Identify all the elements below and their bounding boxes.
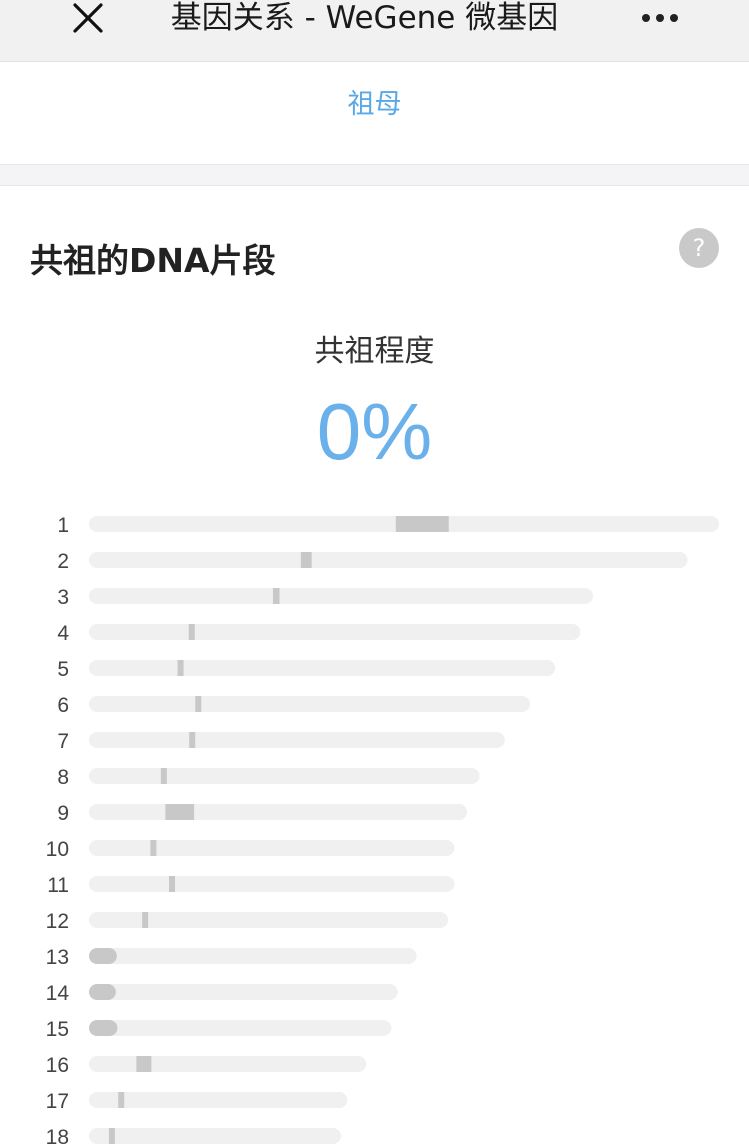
shared-segment bbox=[300, 552, 312, 568]
chromosome-label: 1 bbox=[57, 514, 69, 537]
chromosome-bar bbox=[89, 1128, 341, 1144]
chromosome-label: 8 bbox=[57, 766, 69, 789]
chromosome-bar bbox=[89, 984, 398, 1000]
chromosome-label: 13 bbox=[46, 946, 69, 969]
chromosome-bar bbox=[89, 768, 480, 784]
shared-segment bbox=[142, 912, 149, 928]
chromosome-label: 3 bbox=[57, 586, 69, 609]
chromosome-label: 16 bbox=[46, 1054, 69, 1077]
chromosome-bar bbox=[89, 1092, 348, 1108]
shared-segment bbox=[136, 1056, 152, 1072]
shared-segment bbox=[188, 624, 195, 640]
shared-segment bbox=[118, 1092, 125, 1108]
shared-segment bbox=[169, 876, 176, 892]
shared-segment bbox=[89, 1020, 118, 1036]
shared-segment bbox=[89, 984, 116, 1000]
chromosome-label: 12 bbox=[46, 910, 69, 933]
chromosome-label: 4 bbox=[57, 622, 69, 645]
chromosome-bar bbox=[89, 624, 581, 640]
chromosome-bar bbox=[89, 948, 417, 964]
chromosome-label: 5 bbox=[57, 658, 69, 681]
chromosome-bar bbox=[89, 876, 455, 892]
chromosome-bar bbox=[89, 1020, 392, 1036]
chromosome-bar bbox=[89, 840, 455, 856]
chromosome-chart: 123456789101112131415161718 bbox=[46, 514, 719, 1146]
shared-segment bbox=[165, 804, 195, 820]
chromosome-label: 18 bbox=[46, 1126, 69, 1146]
chromosome-bar bbox=[89, 696, 530, 712]
chromosome-label: 2 bbox=[57, 550, 69, 573]
chromosome-label: 9 bbox=[57, 802, 69, 825]
chromosome-label: 14 bbox=[46, 982, 70, 1005]
shared-segment bbox=[395, 516, 449, 532]
chromosome-bar bbox=[89, 732, 505, 748]
shared-segment bbox=[108, 1128, 115, 1144]
shared-segment bbox=[272, 588, 280, 604]
shared-segment bbox=[195, 696, 202, 712]
chromosome-label: 17 bbox=[46, 1090, 69, 1113]
shared-segment bbox=[189, 732, 196, 748]
chromosome-bar bbox=[89, 588, 593, 604]
chromosome-label: 6 bbox=[57, 694, 69, 717]
chromosome-label: 11 bbox=[47, 874, 69, 897]
chromosome-bar bbox=[89, 660, 556, 676]
chromosome-label: 15 bbox=[46, 1018, 69, 1041]
chromosome-bar bbox=[89, 1056, 367, 1072]
chromosome-label: 7 bbox=[57, 730, 69, 753]
page: 基因关系 - WeGene 微基因 祖母 共祖的DNA片段 ? 共祖程度 0% … bbox=[0, 0, 749, 1146]
shared-segment bbox=[89, 948, 117, 964]
shared-segment bbox=[160, 768, 167, 784]
chromosome-bar bbox=[89, 804, 467, 820]
chromosome-bar bbox=[89, 552, 688, 568]
shared-segment bbox=[150, 840, 157, 856]
chromosome-label: 10 bbox=[46, 838, 69, 861]
shared-segment bbox=[177, 660, 184, 676]
